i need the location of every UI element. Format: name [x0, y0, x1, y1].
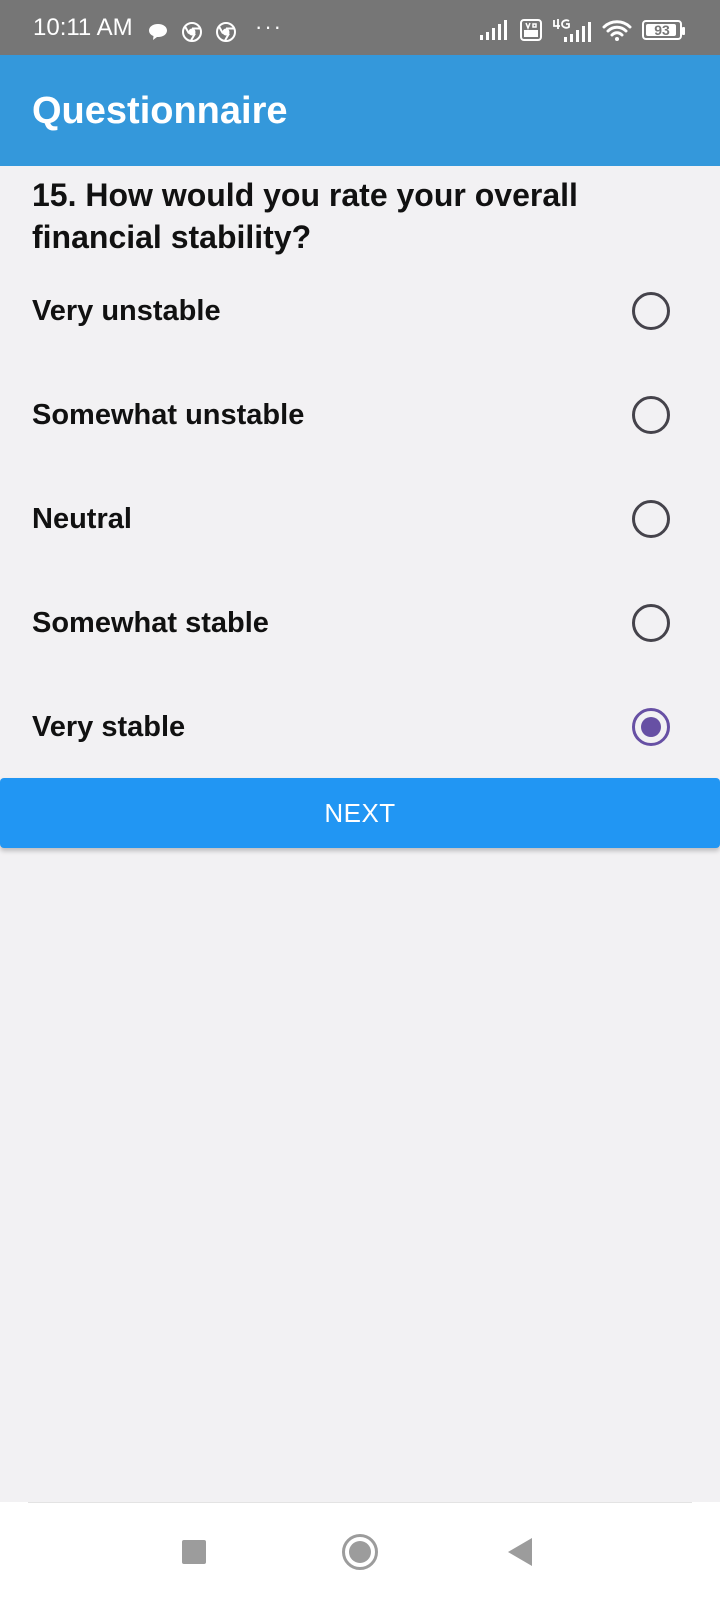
answer-options: Very unstable Somewhat unstable Neutral …: [0, 259, 720, 779]
nav-divider: [28, 1502, 692, 1503]
chat-bubble-icon: [149, 24, 167, 40]
option-very-stable[interactable]: Very stable: [0, 675, 720, 779]
battery-tip: [682, 27, 685, 35]
battery-icon: 93: [642, 20, 685, 40]
radio-button[interactable]: [632, 292, 670, 330]
app-bar: Questionnaire: [0, 55, 720, 166]
wifi-icon: [602, 20, 632, 41]
back-triangle-icon[interactable]: [508, 1538, 532, 1566]
recents-square-icon[interactable]: [182, 1540, 206, 1564]
4g-signal-icon: [553, 19, 591, 42]
status-bar: 10:11 AM ··· 93: [0, 0, 720, 55]
option-label: Neutral: [32, 502, 132, 535]
battery-level: 93: [654, 22, 670, 38]
next-button[interactable]: NEXT: [0, 778, 720, 848]
option-somewhat-stable[interactable]: Somewhat stable: [0, 571, 720, 675]
radio-button[interactable]: [632, 500, 670, 538]
app-title: Questionnaire: [32, 90, 288, 132]
system-nav-bar: [0, 1502, 720, 1600]
question-text: 15. How would you rate your overall fina…: [32, 177, 578, 255]
option-label: Somewhat unstable: [32, 398, 305, 431]
radio-button[interactable]: [632, 708, 670, 746]
option-somewhat-unstable[interactable]: Somewhat unstable: [0, 363, 720, 467]
radio-button[interactable]: [632, 604, 670, 642]
option-very-unstable[interactable]: Very unstable: [0, 259, 720, 363]
option-label: Very stable: [32, 710, 186, 743]
option-neutral[interactable]: Neutral: [0, 467, 720, 571]
radio-button[interactable]: [632, 396, 670, 434]
option-label: Very unstable: [32, 294, 221, 327]
system-icons: 93: [480, 18, 685, 42]
chrome-icon: [216, 22, 236, 42]
status-time: 10:11 AM: [33, 14, 133, 41]
notification-icons: [148, 22, 236, 42]
more-notifications-icon: ···: [255, 14, 283, 39]
option-label: Somewhat stable: [32, 606, 269, 639]
home-circle-icon[interactable]: [342, 1534, 378, 1570]
chrome-icon: [182, 22, 202, 42]
volte-icon: [520, 19, 542, 41]
signal-icon: [480, 20, 507, 40]
